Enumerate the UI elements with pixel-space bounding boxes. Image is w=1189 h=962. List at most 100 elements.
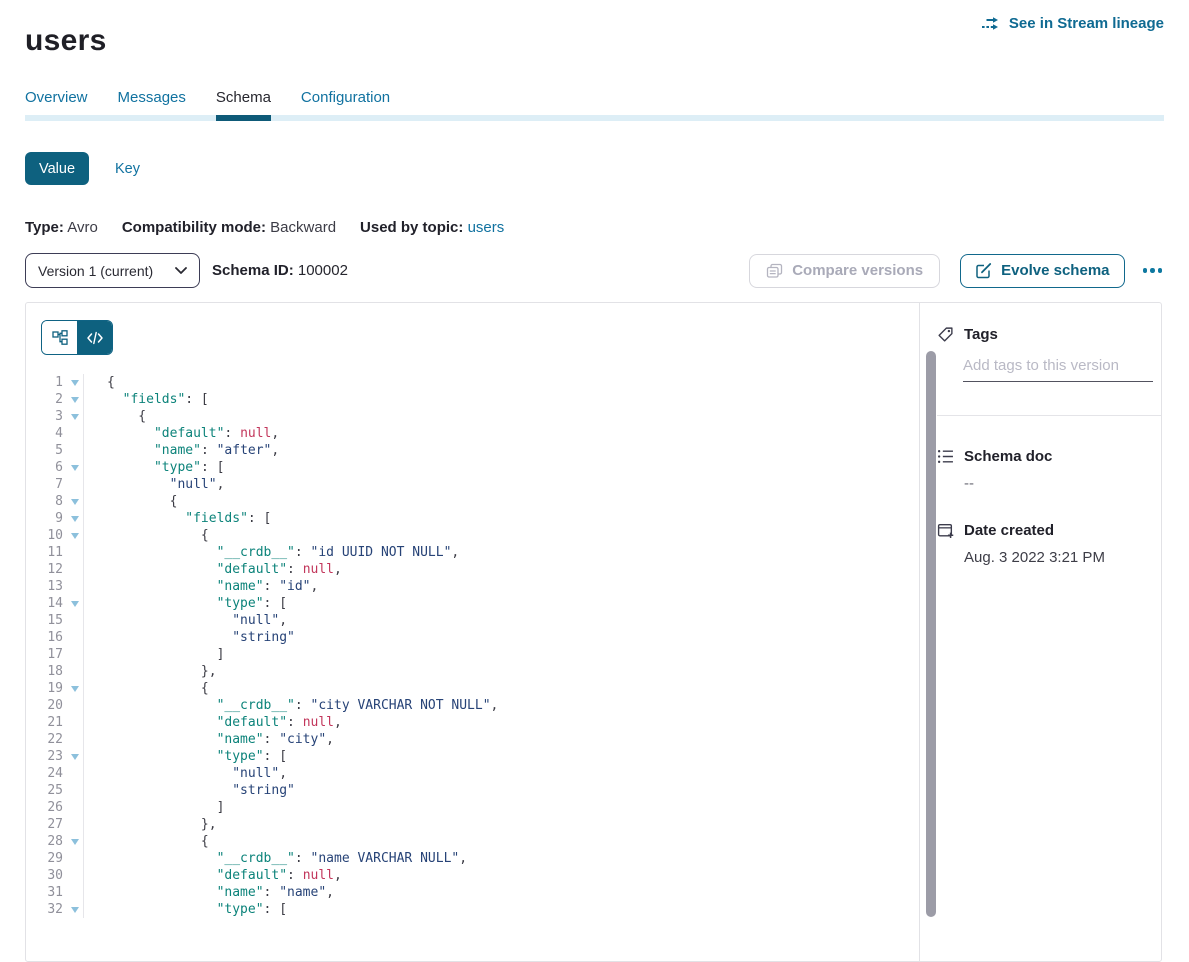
schema-id-label: Schema ID: bbox=[212, 262, 294, 279]
code-text: "fields": [ bbox=[83, 391, 209, 408]
line-number: 6 bbox=[26, 459, 63, 476]
code-line: 1{ bbox=[26, 374, 919, 391]
tab-messages[interactable]: Messages bbox=[118, 89, 186, 106]
code-text: { bbox=[83, 680, 209, 697]
line-number: 17 bbox=[26, 646, 63, 663]
fold-gutter bbox=[63, 578, 83, 595]
tree-view-icon bbox=[52, 330, 68, 346]
line-number: 19 bbox=[26, 680, 63, 697]
code-line: 4 "default": null, bbox=[26, 425, 919, 442]
fold-gutter bbox=[63, 799, 83, 816]
fold-gutter bbox=[63, 765, 83, 782]
fold-gutter bbox=[63, 561, 83, 578]
more-options-button[interactable] bbox=[1141, 262, 1165, 279]
line-number: 30 bbox=[26, 867, 63, 884]
code-line: 6 "type": [ bbox=[26, 459, 919, 476]
compatibility-value: Backward bbox=[270, 219, 336, 236]
stream-lineage-label: See in Stream lineage bbox=[1009, 15, 1164, 32]
fold-gutter bbox=[63, 782, 83, 799]
line-number: 28 bbox=[26, 833, 63, 850]
fold-toggle-icon[interactable] bbox=[63, 493, 83, 510]
tab-bar bbox=[25, 115, 1164, 121]
line-number: 4 bbox=[26, 425, 63, 442]
fold-toggle-icon[interactable] bbox=[63, 374, 83, 391]
fold-gutter bbox=[63, 425, 83, 442]
line-number: 26 bbox=[26, 799, 63, 816]
line-number: 7 bbox=[26, 476, 63, 493]
code-line: 14 "type": [ bbox=[26, 595, 919, 612]
code-text: "fields": [ bbox=[83, 510, 271, 527]
fold-gutter bbox=[63, 714, 83, 731]
code-text: "default": null, bbox=[83, 425, 279, 442]
tab-schema[interactable]: Schema bbox=[216, 89, 271, 106]
code-text: }, bbox=[83, 816, 217, 833]
date-created-value: Aug. 3 2022 3:21 PM bbox=[964, 549, 1147, 566]
code-line: 30 "default": null, bbox=[26, 867, 919, 884]
line-number: 27 bbox=[26, 816, 63, 833]
fold-toggle-icon[interactable] bbox=[63, 408, 83, 425]
fold-gutter bbox=[63, 663, 83, 680]
code-line: 19 { bbox=[26, 680, 919, 697]
tab-overview[interactable]: Overview bbox=[25, 89, 88, 106]
fold-gutter bbox=[63, 629, 83, 646]
code-line: 23 "type": [ bbox=[26, 748, 919, 765]
version-select[interactable]: Version 1 (current) bbox=[25, 253, 200, 288]
tab-configuration[interactable]: Configuration bbox=[301, 89, 390, 106]
line-number: 21 bbox=[26, 714, 63, 731]
compare-versions-button[interactable]: Compare versions bbox=[749, 254, 940, 288]
code-text: "default": null, bbox=[83, 867, 342, 884]
line-number: 18 bbox=[26, 663, 63, 680]
schema-doc-value: -- bbox=[964, 475, 1147, 492]
line-number: 14 bbox=[26, 595, 63, 612]
date-created-title: Date created bbox=[964, 522, 1054, 539]
value-toggle-button[interactable]: Value bbox=[25, 152, 89, 185]
fold-toggle-icon[interactable] bbox=[63, 680, 83, 697]
fold-toggle-icon[interactable] bbox=[63, 748, 83, 765]
schema-panel: 1{2 "fields": [3 {4 "default": null,5 "n… bbox=[25, 302, 1162, 962]
code-text: { bbox=[83, 493, 177, 510]
fold-toggle-icon[interactable] bbox=[63, 527, 83, 544]
code-editor[interactable]: 1{2 "fields": [3 {4 "default": null,5 "n… bbox=[26, 374, 919, 961]
fold-toggle-icon[interactable] bbox=[63, 833, 83, 850]
fold-gutter bbox=[63, 544, 83, 561]
fold-gutter bbox=[63, 867, 83, 884]
fold-toggle-icon[interactable] bbox=[63, 595, 83, 612]
line-number: 11 bbox=[26, 544, 63, 561]
fold-gutter bbox=[63, 816, 83, 833]
topic-link[interactable]: users bbox=[468, 219, 505, 236]
page-title: users bbox=[25, 24, 107, 58]
evolve-schema-button[interactable]: Evolve schema bbox=[960, 254, 1124, 288]
code-line: 15 "null", bbox=[26, 612, 919, 629]
line-number: 8 bbox=[26, 493, 63, 510]
code-line: 8 { bbox=[26, 493, 919, 510]
line-number: 1 bbox=[26, 374, 63, 391]
line-number: 23 bbox=[26, 748, 63, 765]
code-line: 16 "string" bbox=[26, 629, 919, 646]
code-line: 3 { bbox=[26, 408, 919, 425]
line-number: 12 bbox=[26, 561, 63, 578]
code-line: 11 "__crdb__": "id UUID NOT NULL", bbox=[26, 544, 919, 561]
code-view-button[interactable] bbox=[77, 321, 112, 354]
tree-view-button[interactable] bbox=[42, 321, 77, 354]
fold-toggle-icon[interactable] bbox=[63, 459, 83, 476]
fold-toggle-icon[interactable] bbox=[63, 901, 83, 918]
code-text: ] bbox=[83, 646, 224, 663]
stream-lineage-link[interactable]: See in Stream lineage bbox=[981, 15, 1164, 32]
add-tags-input[interactable] bbox=[963, 357, 1153, 382]
key-toggle-link[interactable]: Key bbox=[115, 161, 140, 177]
line-number: 25 bbox=[26, 782, 63, 799]
schema-id-value: 100002 bbox=[298, 262, 348, 279]
code-text: }, bbox=[83, 663, 217, 680]
code-line: 31 "name": "name", bbox=[26, 884, 919, 901]
code-line: 28 { bbox=[26, 833, 919, 850]
line-number: 5 bbox=[26, 442, 63, 459]
sidebar-divider bbox=[937, 415, 1161, 416]
code-text: "string" bbox=[83, 629, 295, 646]
fold-gutter bbox=[63, 442, 83, 459]
line-number: 16 bbox=[26, 629, 63, 646]
fold-toggle-icon[interactable] bbox=[63, 510, 83, 527]
fold-toggle-icon[interactable] bbox=[63, 391, 83, 408]
code-line: 29 "__crdb__": "name VARCHAR NULL", bbox=[26, 850, 919, 867]
type-label: Type: bbox=[25, 219, 64, 236]
code-line: 24 "null", bbox=[26, 765, 919, 782]
